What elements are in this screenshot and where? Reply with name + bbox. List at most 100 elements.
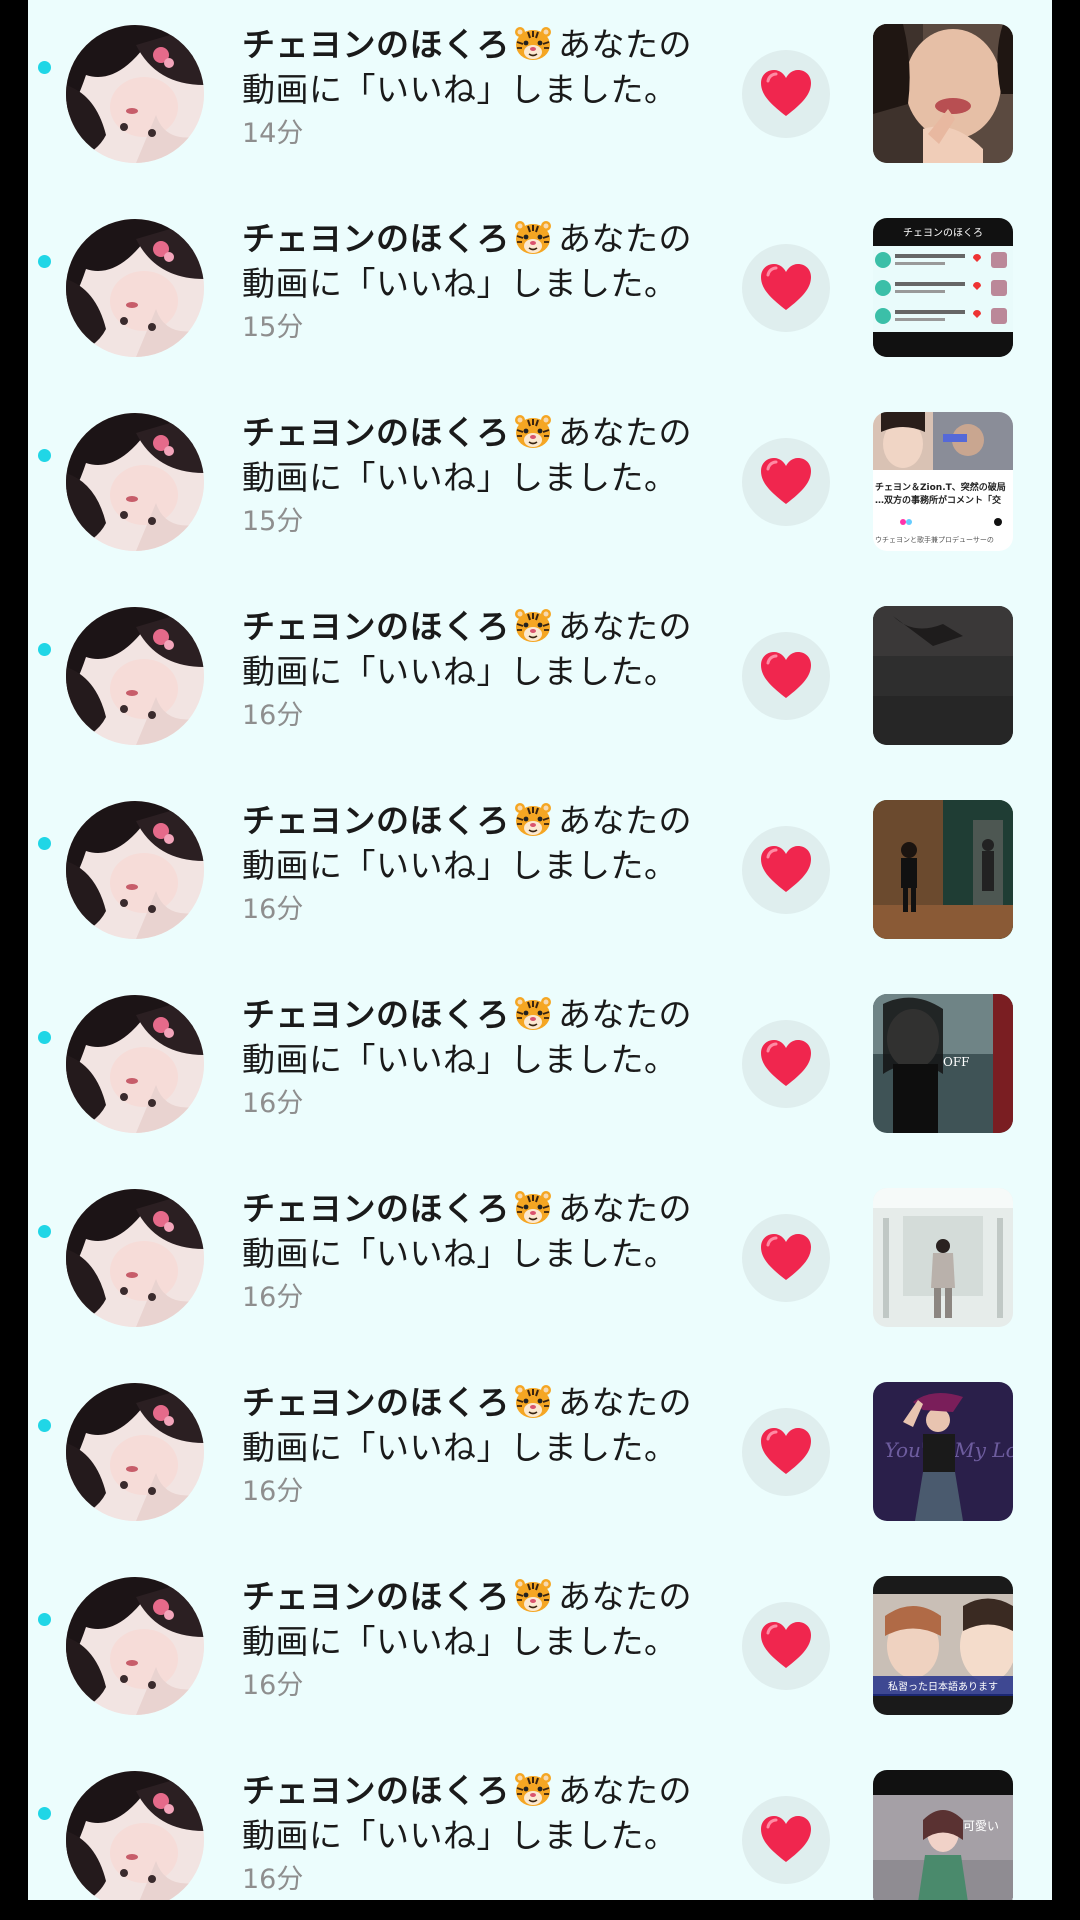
notification-row[interactable]: チェヨンのほくろ あなたの 動画に「いいね」しました。 15分 [28,388,1052,582]
avatar[interactable] [66,219,204,357]
notification-text: チェヨンのほくろ あなたの 動画に「いいね」しました。 15分 [242,410,742,542]
svg-text:私習った日本語あります: 私習った日本語あります [888,1680,998,1693]
avatar[interactable] [66,801,204,939]
notification-row[interactable]: チェヨンのほくろ あなたの 動画に「いいね」しました。 14分 [28,0,1052,194]
unread-dot-icon [38,1419,51,1432]
video-thumbnail-selfie[interactable] [873,24,1013,163]
svg-text:チェヨン＆Zion.T、突然の破局: チェヨン＆Zion.T、突然の破局 [875,481,1006,493]
avatar[interactable] [66,1771,204,1900]
video-thumbnail-singer[interactable]: 可愛い [873,1770,1013,1900]
notification-row[interactable]: チェヨンのほくろ あなたの 動画に「いいね」しました。 16分 [28,1746,1052,1900]
like-button[interactable] [742,244,830,332]
video-thumbnail-dark[interactable] [873,606,1013,745]
timestamp: 16分 [242,1670,304,1701]
username[interactable]: チェヨンのほくろ [242,413,510,452]
action-text-2: 動画に「いいね」しました。 [242,846,678,885]
action-text-1: あなたの [558,995,692,1034]
notification-row[interactable]: チェヨンのほくろ あなたの 動画に「いいね」しました。 16分 [28,1164,1052,1358]
unread-dot-icon [38,1031,51,1044]
avatar[interactable] [66,1383,204,1521]
notification-row[interactable]: チェヨンのほくろ あなたの 動画に「いいね」しました。 16分 [28,1552,1052,1746]
heart-icon [761,1428,811,1474]
timestamp: 16分 [242,894,304,925]
notification-row[interactable]: チェヨンのほくろ あなたの 動画に「いいね」しました。 16分 [28,776,1052,970]
avatar[interactable] [66,607,204,745]
notification-panel: チェヨンのほくろ あなたの 動画に「いいね」しました。 14分 チェヨンのほくろ… [28,0,1052,1900]
timestamp: 15分 [242,312,304,343]
action-text-1: あなたの [558,413,692,452]
unread-dot-icon [38,837,51,850]
username[interactable]: チェヨンのほくろ [242,1577,510,1616]
action-text-2: 動画に「いいね」しました。 [242,1428,678,1467]
like-button[interactable] [742,1408,830,1496]
like-button[interactable] [742,438,830,526]
like-button[interactable] [742,1796,830,1884]
tiger-face-icon [514,996,552,1032]
action-text-2: 動画に「いいね」しました。 [242,70,678,109]
like-button[interactable] [742,50,830,138]
avatar[interactable] [66,995,204,1133]
tiger-face-icon [514,1772,552,1808]
username[interactable]: チェヨンのほくろ [242,995,510,1034]
notification-text: チェヨンのほくろ あなたの 動画に「いいね」しました。 16分 [242,604,742,736]
heart-icon [761,264,811,310]
avatar[interactable] [66,413,204,551]
heart-icon [761,1816,811,1862]
username[interactable]: チェヨンのほくろ [242,801,510,840]
username[interactable]: チェヨンのほくろ [242,219,510,258]
video-thumbnail-dance-room[interactable] [873,800,1013,939]
notification-text: チェヨンのほくろ あなたの 動画に「いいね」しました。 14分 [242,22,742,154]
avatar[interactable] [66,25,204,163]
video-thumbnail-notif-list[interactable]: チェヨンのほくろ [873,218,1013,357]
notification-text: チェヨンのほくろ あなたの 動画に「いいね」しました。 16分 [242,1380,742,1512]
action-text-2: 動画に「いいね」しました。 [242,1622,678,1661]
username[interactable]: チェヨンのほくろ [242,1383,510,1422]
like-button[interactable] [742,632,830,720]
tiger-face-icon [514,414,552,450]
notification-text: チェヨンのほくろ あなたの 動画に「いいね」しました。 16分 [242,1574,742,1706]
username[interactable]: チェヨンのほくろ [242,25,510,64]
timestamp: 15分 [242,506,304,537]
avatar[interactable] [66,1189,204,1327]
tiger-face-icon [514,1190,552,1226]
username[interactable]: チェヨンのほくろ [242,1771,510,1810]
tiger-face-icon [514,26,552,62]
timestamp: 16分 [242,1282,304,1313]
video-thumbnail-white-room[interactable] [873,1188,1013,1327]
like-button[interactable] [742,826,830,914]
video-thumbnail-two-faces[interactable]: 私習った日本語あります [873,1576,1013,1715]
heart-icon [761,1040,811,1086]
username[interactable]: チェヨンのほくろ [242,1189,510,1228]
notification-row[interactable]: チェヨンのほくろ あなたの 動画に「いいね」しました。 16分 [28,582,1052,776]
tiger-face-icon [514,220,552,256]
action-text-2: 動画に「いいね」しました。 [242,1234,678,1273]
timestamp: 14分 [242,118,304,149]
avatar[interactable] [66,1577,204,1715]
video-thumbnail-stage[interactable]: You're My Love? [873,1382,1013,1521]
timestamp: 16分 [242,1088,304,1119]
notification-row[interactable]: チェヨンのほくろ あなたの 動画に「いいね」しました。 16分 [28,970,1052,1164]
tiger-face-icon [514,1384,552,1420]
svg-text:可愛い: 可愛い [963,1819,999,1833]
username[interactable]: チェヨンのほくろ [242,607,510,646]
notification-row[interactable]: チェヨンのほくろ あなたの 動画に「いいね」しました。 16分 [28,1358,1052,1552]
action-text-1: あなたの [558,801,692,840]
tiger-face-icon [514,608,552,644]
like-button[interactable] [742,1602,830,1690]
like-button[interactable] [742,1020,830,1108]
video-thumbnail-news[interactable]: チェヨン＆Zion.T、突然の破局 …双方の事務所がコメント「交 ウチェヨンと歌… [873,412,1013,551]
notification-row[interactable]: チェヨンのほくろ あなたの 動画に「いいね」しました。 15分 [28,194,1052,388]
unread-dot-icon [38,1225,51,1238]
action-text-2: 動画に「いいね」しました。 [242,1040,678,1079]
notification-text: チェヨンのほくろ あなたの 動画に「いいね」しました。 16分 [242,992,742,1124]
timestamp: 16分 [242,1476,304,1507]
action-text-1: あなたの [558,1771,692,1810]
action-text-1: あなたの [558,219,692,258]
action-text-2: 動画に「いいね」しました。 [242,1816,678,1855]
like-button[interactable] [742,1214,830,1302]
action-text-2: 動画に「いいね」しました。 [242,652,678,691]
svg-text:…双方の事務所がコメント「交: …双方の事務所がコメント「交 [875,494,1001,506]
heart-icon [761,458,811,504]
action-text-1: あなたの [558,607,692,646]
video-thumbnail-dance-bw[interactable]: OFF [873,994,1013,1133]
